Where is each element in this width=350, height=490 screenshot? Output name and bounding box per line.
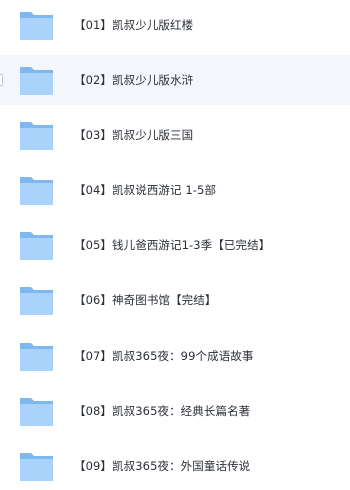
list-item[interactable]: 【01】凯叔少儿版红楼 (0, 0, 350, 50)
file-name: 【06】神奇图书馆【完结】 (74, 293, 217, 307)
file-name: 【03】凯叔少儿版三国 (74, 128, 194, 142)
folder-icon (19, 450, 54, 482)
file-name: 【01】凯叔少儿版红楼 (74, 18, 194, 32)
list-item[interactable]: 【08】凯叔365夜：经典长篇名著 (0, 386, 350, 436)
file-name: 【08】凯叔365夜：经典长篇名著 (74, 404, 251, 418)
list-item[interactable]: 【04】凯叔说西游记 1-5部 (0, 165, 350, 215)
folder-icon (19, 395, 54, 427)
file-name: 【04】凯叔说西游记 1-5部 (74, 183, 217, 197)
select-checkbox[interactable] (0, 74, 3, 86)
list-item[interactable]: 【07】凯叔365夜：99个成语故事 (0, 331, 350, 381)
list-item[interactable]: 【05】钱儿爸西游记1-3季【已完结】 (0, 220, 350, 270)
folder-icon (19, 284, 54, 316)
list-item[interactable]: 【02】凯叔少儿版水浒 (0, 55, 350, 105)
folder-icon (19, 64, 54, 96)
list-item[interactable]: 【09】凯叔365夜：外国童话传说 (0, 441, 350, 490)
folder-icon (19, 229, 54, 261)
folder-icon (19, 119, 54, 151)
file-name: 【02】凯叔少儿版水浒 (74, 73, 194, 87)
folder-icon (19, 340, 54, 372)
file-list: 【01】凯叔少儿版红楼 【02】凯叔少儿版水浒 【03】凯叔少儿版三国 【04】… (0, 0, 350, 490)
folder-icon (19, 174, 54, 206)
list-item[interactable]: 【03】凯叔少儿版三国 (0, 110, 350, 160)
file-name: 【07】凯叔365夜：99个成语故事 (74, 349, 254, 363)
folder-icon (19, 9, 54, 41)
list-item[interactable]: 【06】神奇图书馆【完结】 (0, 275, 350, 325)
file-name: 【05】钱儿爸西游记1-3季【已完结】 (74, 238, 271, 252)
file-name: 【09】凯叔365夜：外国童话传说 (74, 459, 251, 473)
